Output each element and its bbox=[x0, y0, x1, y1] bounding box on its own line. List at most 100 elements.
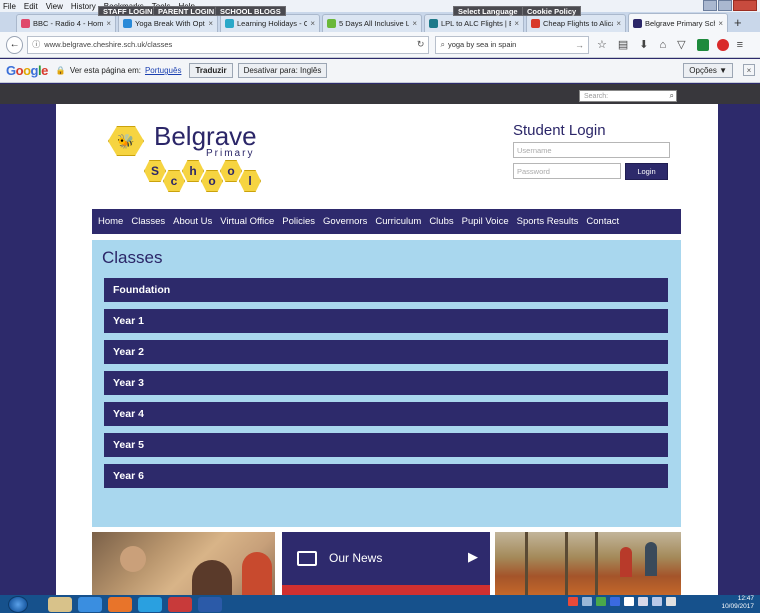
class-link-foundation[interactable]: Foundation bbox=[104, 278, 668, 302]
skype-icon[interactable] bbox=[138, 596, 162, 612]
site-search-input[interactable]: Search: ⌕ bbox=[579, 90, 677, 102]
login-button[interactable]: Login bbox=[625, 163, 668, 180]
our-news-tile[interactable]: Our News ▶ bbox=[282, 532, 490, 595]
tab-5-days[interactable]: 5 Days All Inclusive Lu × bbox=[322, 14, 422, 32]
photo-detail bbox=[242, 552, 272, 595]
back-button[interactable]: ← bbox=[6, 35, 24, 54]
username-input[interactable]: Username bbox=[513, 142, 670, 158]
tab-cheap-flights[interactable]: Cheap Flights to Alica × bbox=[526, 14, 626, 32]
tab-close-icon[interactable]: × bbox=[616, 19, 621, 28]
adblock-icon[interactable] bbox=[716, 38, 729, 51]
menu-edit[interactable]: Edit bbox=[24, 2, 38, 11]
nav-pupil-voice[interactable]: Pupil Voice bbox=[462, 216, 509, 227]
tab-close-icon[interactable]: × bbox=[412, 19, 417, 28]
nav-governors[interactable]: Governors bbox=[323, 216, 367, 227]
play-arrow-icon: ▶ bbox=[468, 549, 478, 564]
page-title: Classes bbox=[102, 248, 163, 267]
photo-detail bbox=[645, 542, 657, 576]
password-input[interactable]: Password bbox=[513, 163, 621, 179]
nav-virtual-office[interactable]: Virtual Office bbox=[220, 216, 274, 227]
close-window-button[interactable] bbox=[733, 0, 757, 11]
playground-photo[interactable] bbox=[495, 532, 681, 595]
start-button[interactable] bbox=[8, 595, 28, 613]
disable-translate-button[interactable]: Desativar para: Inglês bbox=[237, 63, 328, 78]
translate-options-button[interactable]: Opções ▼ bbox=[683, 63, 733, 78]
select-language-link[interactable]: Select Language bbox=[453, 6, 523, 16]
class-link-year-1[interactable]: Year 1 bbox=[104, 309, 668, 333]
search-go-icon[interactable]: → bbox=[575, 40, 584, 50]
tab-yoga-break[interactable]: Yoga Break With Opti × bbox=[118, 14, 218, 32]
network-icon[interactable] bbox=[638, 597, 648, 606]
tray-icon[interactable] bbox=[582, 597, 592, 606]
class-link-year-4[interactable]: Year 4 bbox=[104, 402, 668, 426]
internet-explorer-icon[interactable] bbox=[78, 596, 102, 612]
translate-close-icon[interactable]: × bbox=[743, 64, 755, 76]
class-link-year-6[interactable]: Year 6 bbox=[104, 464, 668, 488]
browser-search-box[interactable]: ⌕ yoga by sea in spain → bbox=[435, 35, 589, 54]
nav-curriculum[interactable]: Curriculum bbox=[375, 216, 421, 227]
cookie-policy-link[interactable]: Cookie Policy bbox=[522, 6, 582, 16]
reload-icon[interactable]: ↻ bbox=[417, 39, 425, 50]
tab-lpl-alc[interactable]: LPL to ALC Flights | E × bbox=[424, 14, 524, 32]
tab-close-icon[interactable]: × bbox=[310, 19, 315, 28]
nav-sports-results[interactable]: Sports Results bbox=[517, 216, 579, 227]
our-news-label: Our News bbox=[329, 551, 383, 565]
extension-icon[interactable] bbox=[696, 38, 709, 51]
tab-learning-holidays[interactable]: Learning Holidays - C × bbox=[220, 14, 320, 32]
nav-policies[interactable]: Policies bbox=[282, 216, 315, 227]
file-explorer-icon[interactable] bbox=[48, 596, 72, 612]
download-icon[interactable]: ⬇ bbox=[639, 38, 648, 51]
main-nav: Home Classes About Us Virtual Office Pol… bbox=[92, 209, 681, 234]
firefox-icon[interactable] bbox=[108, 596, 132, 612]
volume-icon[interactable] bbox=[652, 597, 662, 606]
google-logo: Google bbox=[6, 63, 48, 78]
tray-icon[interactable] bbox=[624, 597, 634, 606]
logo-subtitle: Primary bbox=[206, 148, 255, 159]
flag-icon[interactable] bbox=[666, 597, 676, 606]
tab-close-icon[interactable]: × bbox=[718, 19, 723, 28]
pocket-icon[interactable]: ▽ bbox=[677, 38, 685, 51]
taskbar-clock[interactable]: 12:47 10/09/2017 bbox=[721, 595, 754, 611]
bookmark-star-icon[interactable]: ☆ bbox=[597, 38, 607, 51]
home-icon[interactable]: ⌂ bbox=[659, 39, 666, 51]
tab-bbc-radio4[interactable]: BBC - Radio 4 - Home × bbox=[16, 14, 116, 32]
site-search-icon[interactable]: ⌕ bbox=[670, 91, 674, 101]
tray-icon[interactable] bbox=[610, 597, 620, 606]
minimize-button[interactable] bbox=[703, 0, 717, 11]
new-tab-icon[interactable]: + bbox=[734, 15, 742, 30]
tray-icon[interactable] bbox=[568, 597, 578, 606]
tab-favicon-icon bbox=[123, 19, 132, 28]
nav-home[interactable]: Home bbox=[98, 216, 123, 227]
nav-classes[interactable]: Classes bbox=[131, 216, 165, 227]
class-link-year-5[interactable]: Year 5 bbox=[104, 433, 668, 457]
tray-icon[interactable] bbox=[596, 597, 606, 606]
nav-clubs[interactable]: Clubs bbox=[429, 216, 453, 227]
translate-button[interactable]: Traduzir bbox=[189, 63, 233, 78]
menu-history[interactable]: History bbox=[71, 2, 96, 11]
tab-close-icon[interactable]: × bbox=[106, 19, 111, 28]
url-bar[interactable]: ⓘ www.belgrave.cheshire.sch.uk/classes ↻ bbox=[27, 35, 430, 54]
site-info-icon[interactable]: ⓘ bbox=[32, 39, 40, 50]
school-logo[interactable]: 🐝 Belgrave Primary S c h o o l bbox=[106, 118, 286, 198]
nav-about-us[interactable]: About Us bbox=[173, 216, 212, 227]
tab-favicon-icon bbox=[225, 19, 234, 28]
bookmarks-list-icon[interactable]: ▤ bbox=[618, 38, 628, 51]
tab-close-icon[interactable]: × bbox=[208, 19, 213, 28]
staff-login-link[interactable]: STAFF LOGIN bbox=[98, 6, 158, 16]
nav-contact[interactable]: Contact bbox=[586, 216, 619, 227]
classroom-photo[interactable] bbox=[92, 532, 275, 595]
word-icon[interactable] bbox=[198, 596, 222, 612]
class-link-year-2[interactable]: Year 2 bbox=[104, 340, 668, 364]
translate-language-select[interactable]: Português bbox=[145, 66, 181, 75]
tab-favicon-icon bbox=[531, 19, 540, 28]
tab-close-icon[interactable]: × bbox=[514, 19, 519, 28]
class-link-year-3[interactable]: Year 3 bbox=[104, 371, 668, 395]
menu-hamburger-icon[interactable]: ≡ bbox=[737, 39, 743, 51]
app-icon[interactable] bbox=[168, 596, 192, 612]
parent-login-link[interactable]: PARENT LOGIN bbox=[153, 6, 220, 16]
school-blogs-link[interactable]: SCHOOL BLOGS bbox=[215, 6, 286, 16]
menu-file[interactable]: File bbox=[3, 2, 16, 11]
menu-view[interactable]: View bbox=[46, 2, 63, 11]
tab-belgrave[interactable]: Belgrave Primary Scho × bbox=[628, 13, 728, 32]
maximize-button[interactable] bbox=[718, 0, 732, 11]
